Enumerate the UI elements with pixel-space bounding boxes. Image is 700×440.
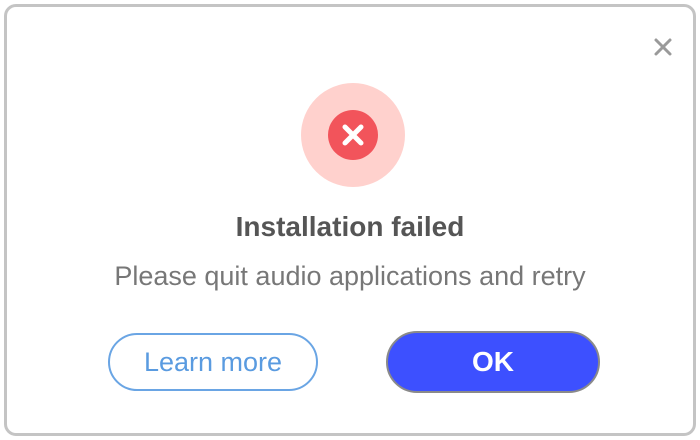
close-icon[interactable] [651, 35, 675, 59]
installation-failed-dialog: Installation failed Please quit audio ap… [4, 4, 696, 436]
dialog-title: Installation failed [235, 211, 465, 242]
ok-button[interactable]: OK [386, 331, 600, 393]
error-status-badge [301, 83, 405, 187]
dialog-message: Please quit audio applications and retry [114, 261, 586, 291]
error-circle-x-icon [328, 110, 378, 160]
learn-more-button[interactable]: Learn more [108, 333, 318, 391]
close-button[interactable] [651, 35, 675, 59]
